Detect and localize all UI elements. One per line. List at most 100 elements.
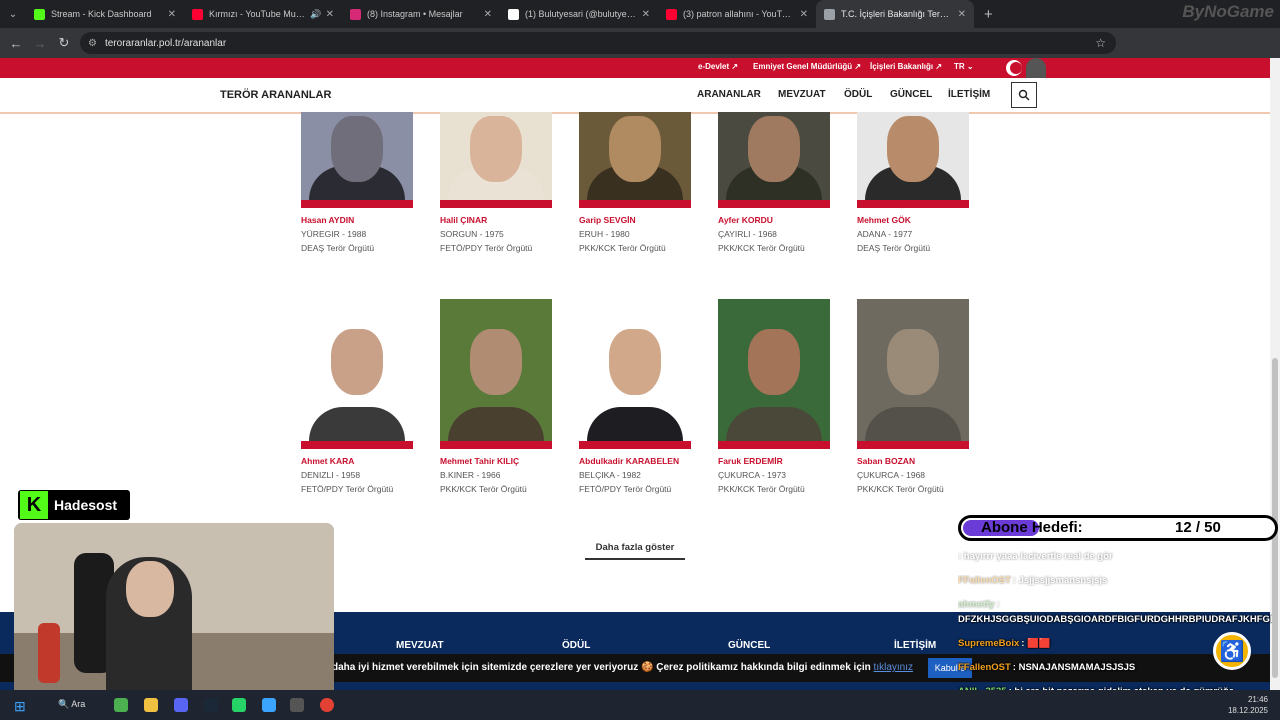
windows-start-icon[interactable]: ⊞: [14, 698, 26, 715]
nav-mevzuat[interactable]: MEVZUAT: [778, 89, 826, 100]
tab-close-icon[interactable]: ✕: [800, 9, 808, 20]
chat-username: SupremeBoix: [958, 638, 1020, 649]
suspect-photo[interactable]: [718, 112, 830, 208]
tab-close-icon[interactable]: ✕: [326, 9, 334, 20]
windows-taskbar: ⊞ 🔍 Ara 21:46 18.12.2025: [0, 690, 1280, 720]
browser-tab[interactable]: T.C. İçişleri Bakanlığı Terör Aran... ✕: [816, 0, 974, 28]
browser-tab[interactable]: (3) patron allahını - YouTube ✕: [658, 0, 816, 28]
chrome-icon[interactable]: [320, 698, 334, 712]
language-select[interactable]: TR ⌄: [954, 62, 974, 71]
site-logo[interactable]: TERÖR ARANANLAR: [220, 89, 331, 101]
bynogame-logo: ByNoGame: [1182, 2, 1274, 21]
suspect-photo[interactable]: [857, 112, 969, 208]
browser-tab[interactable]: (1) Bulutyesari (@bulutyesaric5) ✕: [500, 0, 658, 28]
bookmark-star-icon[interactable]: ☆: [1095, 36, 1106, 50]
wanted-card[interactable]: Hasan AYDIN YÜREGIR - 1988 DEAŞ Terör Örgü…: [301, 112, 413, 253]
taskbar-app-icon[interactable]: [114, 698, 128, 712]
wanted-card[interactable]: Ahmet KARA DENIZLI - 1958 FETÖ/PDY Terör Ö…: [301, 299, 413, 494]
footer-iletisim[interactable]: İLETİŞİM: [894, 640, 936, 651]
chat-text: :: [996, 599, 1000, 610]
accessibility-icon[interactable]: ♿: [1213, 632, 1251, 670]
url-field[interactable]: ⚙ teroraranlar.pol.tr/arananlar ☆: [80, 32, 1116, 54]
footer-mevzuat[interactable]: MEVZUAT: [396, 640, 444, 651]
discord-icon[interactable]: [174, 698, 188, 712]
suspect-name[interactable]: Halil ÇINAR: [440, 215, 552, 225]
chat-username: FFallenOST: [958, 575, 1011, 586]
obs-icon[interactable]: [290, 698, 304, 712]
wanted-card[interactable]: Halil ÇINAR SORGUN - 1975 FETÖ/PDY Terör Ö…: [440, 112, 552, 253]
kick-channel-badge: K Hadesost: [18, 490, 130, 520]
wanted-card[interactable]: Saban BOZAN ÇUKURCA - 1968 PKK/KCK Terör Ö…: [857, 299, 969, 494]
suspect-photo[interactable]: [440, 299, 552, 449]
tab-close-icon[interactable]: ✕: [168, 9, 176, 20]
minister-photo: [1026, 58, 1046, 78]
suspect-place-year: ÇAYIRLI - 1968: [718, 229, 777, 239]
search-icon[interactable]: [1011, 82, 1037, 108]
photo-clothing: [309, 407, 405, 441]
cookie-policy-link[interactable]: tıklayınız: [874, 662, 913, 673]
wanted-card[interactable]: Mehmet Tahir KILIÇ B.KINER - 1966 PKK/KCK …: [440, 299, 552, 494]
suspect-place-year: ADANA - 1977: [857, 229, 913, 239]
browser-tab[interactable]: (8) Instagram • Mesajlar ✕: [342, 0, 500, 28]
wanted-card[interactable]: Mehmet GÖK ADANA - 1977 DEAŞ Terör Örgütü: [857, 112, 969, 253]
back-icon[interactable]: ←: [4, 36, 28, 51]
suspect-name[interactable]: Ayfer KORDU: [718, 215, 830, 225]
browser-tab[interactable]: Stream - Kick Dashboard ✕: [26, 0, 184, 28]
tab-search-icon[interactable]: ⌄: [0, 0, 26, 28]
suspect-name[interactable]: Ahmet KARA: [301, 456, 413, 466]
tune-icon[interactable]: ⚙: [88, 38, 97, 49]
edevlet-link[interactable]: e-Devlet ↗: [698, 62, 738, 71]
suspect-photo[interactable]: [857, 299, 969, 449]
kick-logo-icon: K: [20, 491, 48, 519]
new-tab-button[interactable]: +: [984, 6, 993, 23]
suspect-place-year: ÇUKURCA - 1973: [718, 470, 787, 480]
suspect-photo[interactable]: [579, 112, 691, 208]
steam-icon[interactable]: [204, 698, 218, 712]
taskbar-search[interactable]: 🔍 Ara: [58, 699, 85, 710]
file-explorer-icon[interactable]: [144, 698, 158, 712]
tab-close-icon[interactable]: ✕: [484, 9, 492, 20]
reload-icon[interactable]: ↻: [52, 35, 76, 51]
suspect-photo[interactable]: [718, 299, 830, 449]
whatsapp-icon[interactable]: [232, 698, 246, 712]
forward-icon[interactable]: →: [28, 36, 52, 51]
tab-audio-icon[interactable]: 🔊: [310, 9, 321, 20]
channel-name: Hadesost: [54, 497, 118, 513]
wanted-card[interactable]: Faruk ERDEMİR ÇUKURCA - 1973 PKK/KCK Terör…: [718, 299, 830, 494]
nav-odul[interactable]: ÖDÜL: [844, 89, 872, 100]
nav-iletisim[interactable]: İLETİŞİM: [948, 89, 990, 100]
app-icon[interactable]: [262, 698, 276, 712]
suspect-organization: DEAŞ Terör Örgütü: [857, 243, 931, 253]
suspect-name[interactable]: Saban BOZAN: [857, 456, 969, 466]
footer-guncel[interactable]: GÜNCEL: [728, 640, 770, 651]
browser-tab[interactable]: Kırmızı - YouTube Music 🔊 ✕: [184, 0, 342, 28]
site-navbar: TERÖR ARANANLAR ARANANLAR MEVZUAT ÖDÜL G…: [0, 78, 1270, 114]
nav-guncel[interactable]: GÜNCEL: [890, 89, 932, 100]
suspect-name[interactable]: Garip SEVGİN: [579, 215, 691, 225]
suspect-name[interactable]: Hasan AYDIN: [301, 215, 413, 225]
sub-goal-count: 12 / 50: [1175, 519, 1221, 536]
suspect-photo[interactable]: [301, 112, 413, 208]
wanted-card[interactable]: Abdulkadir KARABELEN BELÇIKA - 1982 FETÖ/P…: [579, 299, 691, 494]
wanted-card[interactable]: Garip SEVGİN ERUH - 1980 PKK/KCK Terör Örg…: [579, 112, 691, 253]
url-text: teroraranlar.pol.tr/arananlar: [104, 37, 227, 49]
tab-close-icon[interactable]: ✕: [958, 9, 966, 20]
footer-odul[interactable]: ÖDÜL: [562, 640, 590, 651]
address-bar-row: ← → ↻ ⚙ teroraranlar.pol.tr/arananlar ☆ …: [0, 28, 1280, 77]
suspect-name[interactable]: Faruk ERDEMİR: [718, 456, 830, 466]
egm-link[interactable]: Emniyet Genel Müdürlüğü ↗: [753, 62, 861, 71]
show-more-button[interactable]: Daha fazla göster: [585, 542, 685, 560]
tab-title: Stream - Kick Dashboard: [51, 9, 152, 19]
tab-close-icon[interactable]: ✕: [642, 9, 650, 20]
suspect-photo[interactable]: [579, 299, 691, 449]
nav-arananlar[interactable]: ARANANLAR: [697, 89, 761, 100]
suspect-photo[interactable]: [301, 299, 413, 449]
wanted-card[interactable]: Ayfer KORDU ÇAYIRLI - 1968 PKK/KCK Terör Ö…: [718, 112, 830, 253]
suspect-photo[interactable]: [440, 112, 552, 208]
suspect-name[interactable]: Mehmet Tahir KILIÇ: [440, 456, 552, 466]
icisleri-link[interactable]: İçişleri Bakanlığı ↗: [870, 62, 942, 71]
suspect-name[interactable]: Abdulkadir KARABELEN: [579, 456, 691, 466]
suspect-name[interactable]: Mehmet GÖK: [857, 215, 969, 225]
taskbar-clock[interactable]: 21:46 18.12.2025: [1228, 694, 1268, 716]
page-scrollbar[interactable]: [1270, 58, 1280, 690]
